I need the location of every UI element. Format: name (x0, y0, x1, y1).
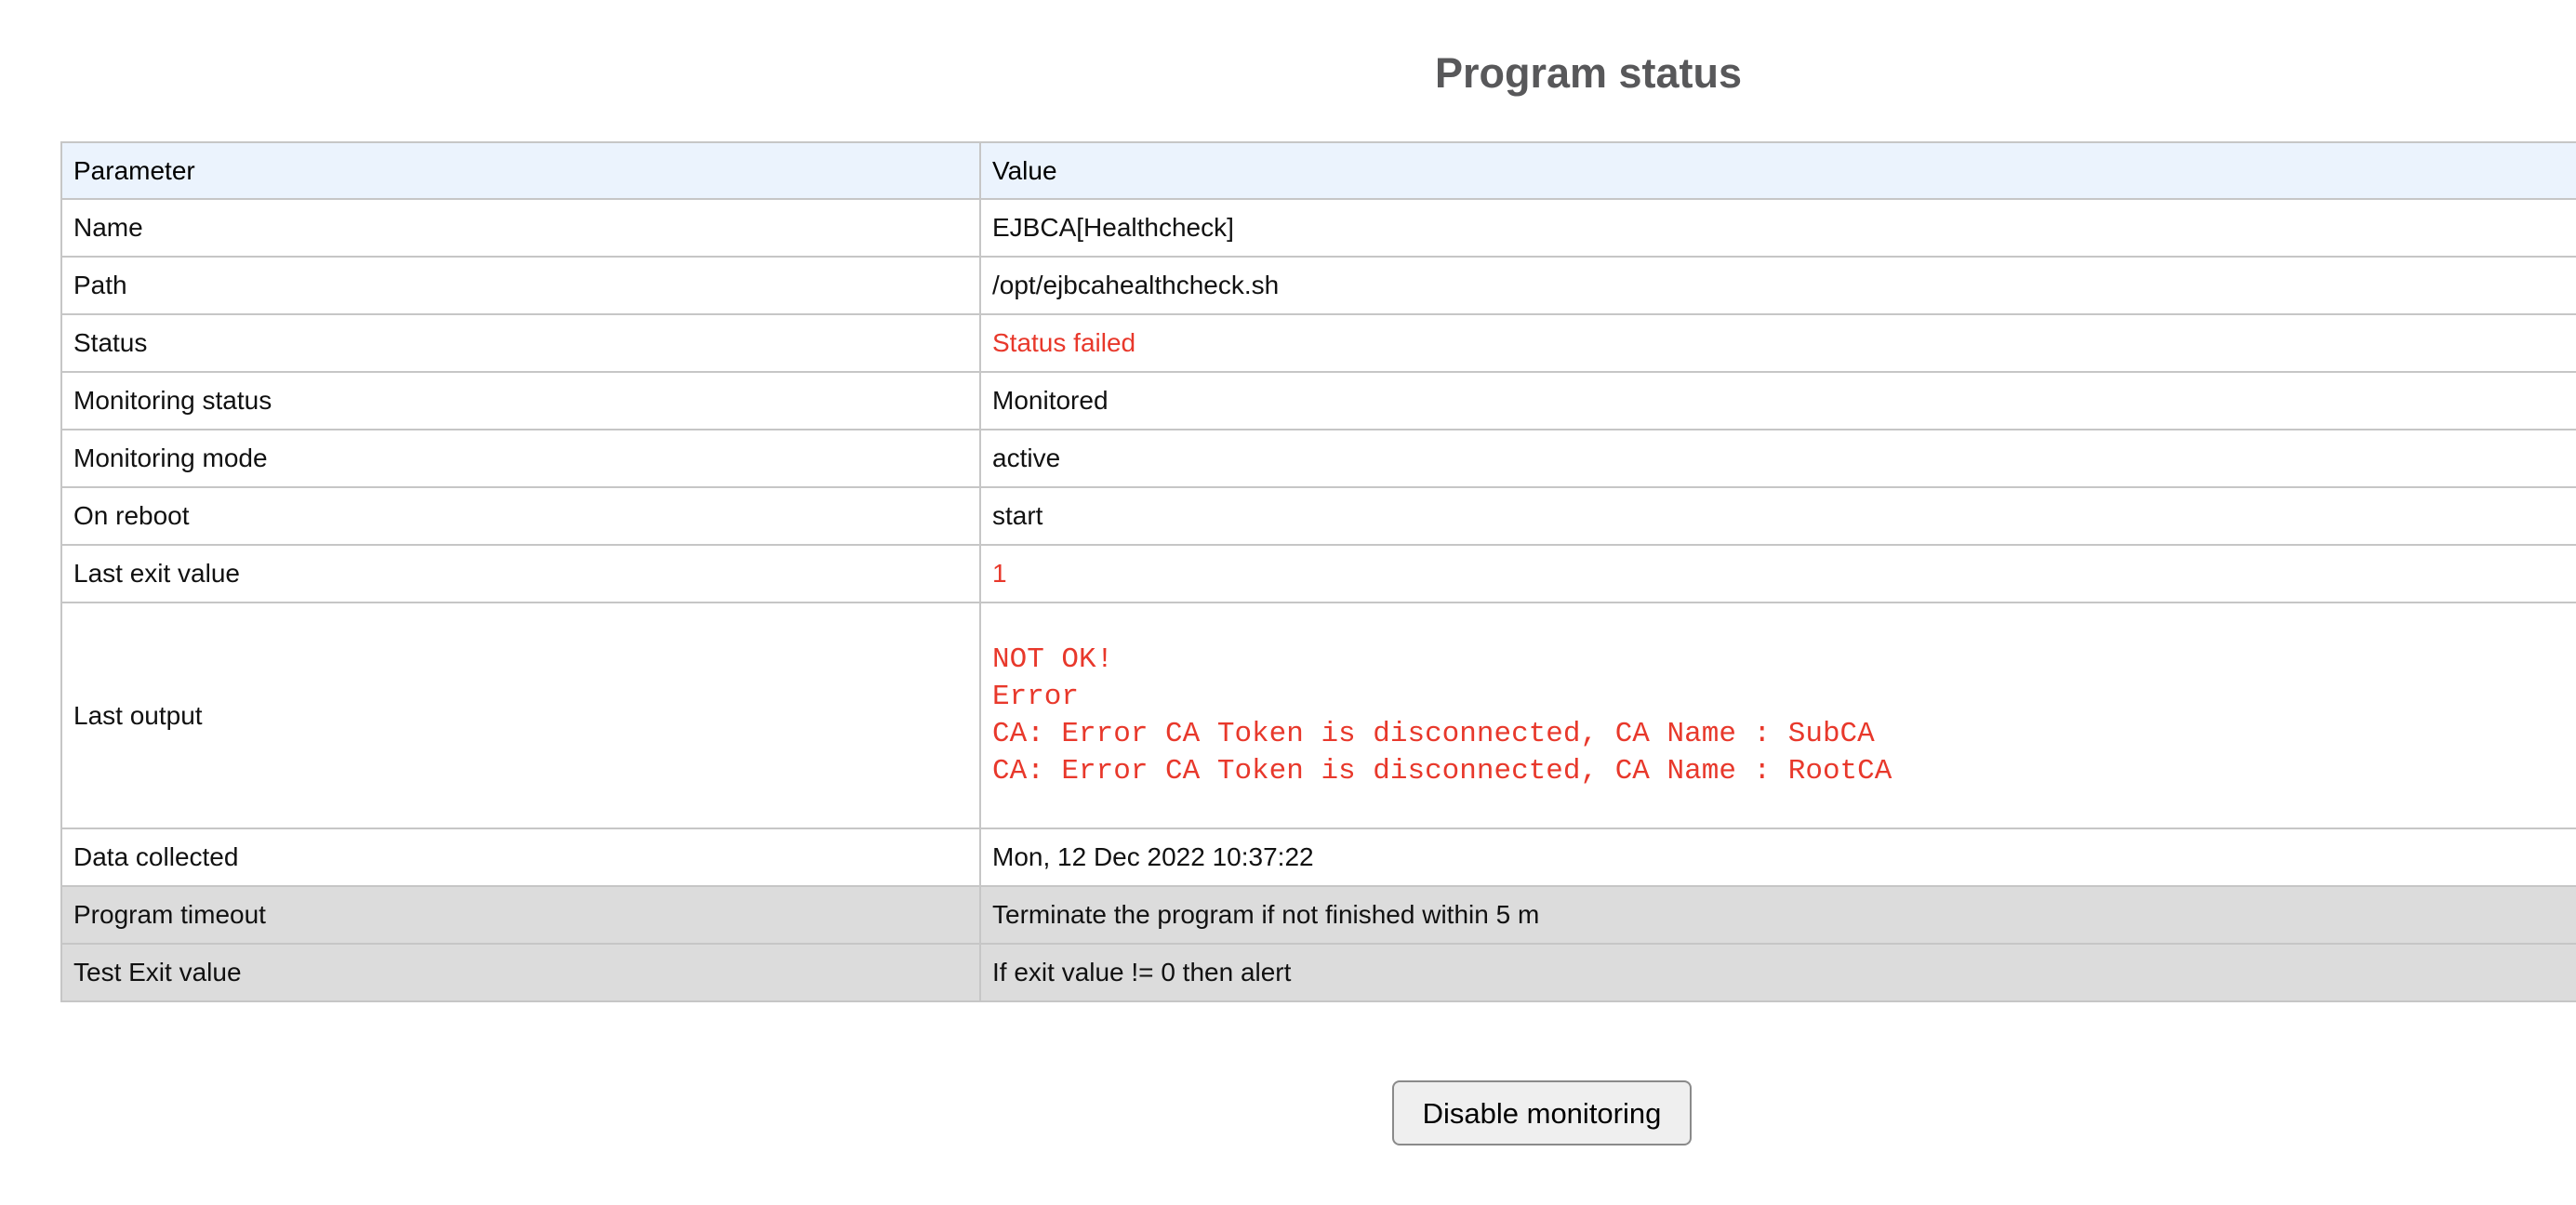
table-row-on-reboot: On reboot start (61, 487, 2576, 545)
value-cell: start (980, 487, 2576, 545)
table-header-row: Parameter Value (61, 142, 2576, 199)
table-row-last-exit-value: Last exit value 1 (61, 545, 2576, 602)
page-title: Program status (60, 48, 2576, 98)
value-cell: /opt/ejbcahealthcheck.sh (980, 257, 2576, 314)
table-row-monitoring-mode: Monitoring mode active (61, 430, 2576, 487)
column-header-parameter: Parameter (61, 142, 980, 199)
param-cell: Path (61, 257, 980, 314)
table-row-name: Name EJBCA[Healthcheck] (61, 199, 2576, 257)
table-row-monitoring-status: Monitoring status Monitored (61, 372, 2576, 430)
param-cell: On reboot (61, 487, 980, 545)
param-cell: Status (61, 314, 980, 372)
table-row-program-timeout: Program timeout Terminate the program if… (61, 886, 2576, 944)
param-cell: Monitoring mode (61, 430, 980, 487)
param-cell: Data collected (61, 828, 980, 886)
value-cell: Monitored (980, 372, 2576, 430)
table-row-data-collected: Data collected Mon, 12 Dec 2022 10:37:22 (61, 828, 2576, 886)
program-status-page: Program status Parameter Value Name EJBC… (60, 48, 2576, 1002)
param-cell: Last output (61, 602, 980, 828)
value-cell: active (980, 430, 2576, 487)
param-cell: Test Exit value (61, 944, 980, 1001)
status-value-cell: Status failed (980, 314, 2576, 372)
last-exit-value-cell: 1 (980, 545, 2576, 602)
value-cell: EJBCA[Healthcheck] (980, 199, 2576, 257)
param-cell: Program timeout (61, 886, 980, 944)
table-row-test-exit-value: Test Exit value If exit value != 0 then … (61, 944, 2576, 1001)
value-cell: If exit value != 0 then alert (980, 944, 2576, 1001)
last-output-cell: NOT OK! Error CA: Error CA Token is disc… (980, 602, 2576, 828)
table-row-last-output: Last output NOT OK! Error CA: Error CA T… (61, 602, 2576, 828)
param-cell: Monitoring status (61, 372, 980, 430)
column-header-value: Value (980, 142, 2576, 199)
table-row-status: Status Status failed (61, 314, 2576, 372)
table-row-path: Path /opt/ejbcahealthcheck.sh (61, 257, 2576, 314)
value-cell: Terminate the program if not finished wi… (980, 886, 2576, 944)
value-cell: Mon, 12 Dec 2022 10:37:22 (980, 828, 2576, 886)
disable-monitoring-button[interactable]: Disable monitoring (1392, 1080, 1692, 1145)
param-cell: Last exit value (61, 545, 980, 602)
last-output-text: NOT OK! Error CA: Error CA Token is disc… (992, 642, 2576, 790)
program-status-table: Parameter Value Name EJBCA[Healthcheck] … (60, 141, 2576, 1002)
param-cell: Name (61, 199, 980, 257)
